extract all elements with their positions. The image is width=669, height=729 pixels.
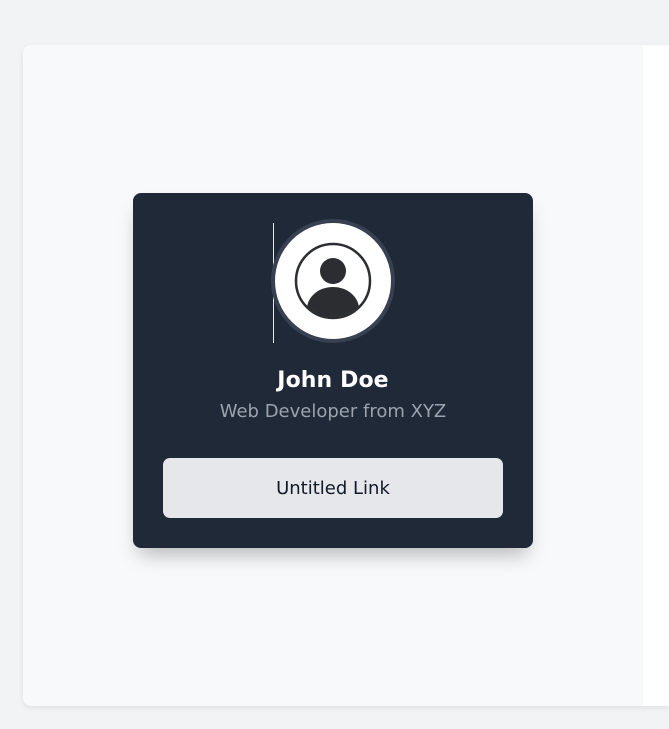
avatar — [275, 223, 391, 339]
profile-card: John Doe Web Developer from XYZ Untitled… — [133, 193, 533, 548]
text-cursor-line — [273, 223, 274, 343]
profile-name: John Doe — [277, 368, 389, 393]
avatar-container — [273, 223, 393, 343]
profile-subtitle: Web Developer from XYZ — [219, 401, 447, 422]
canvas-right-edge — [643, 45, 669, 706]
user-circle-icon — [293, 241, 373, 321]
link-label: Untitled Link — [276, 477, 390, 499]
untitled-link-button[interactable]: Untitled Link — [163, 458, 503, 518]
